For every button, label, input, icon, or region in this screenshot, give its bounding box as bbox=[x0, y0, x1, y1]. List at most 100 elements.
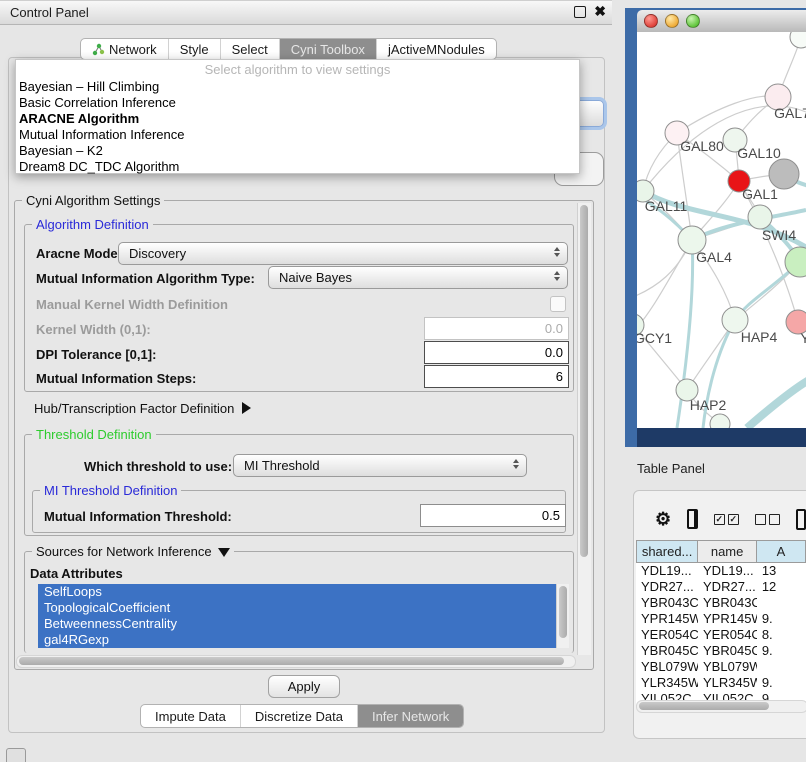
algorithm-option[interactable]: Basic Correlation Inference bbox=[16, 95, 579, 111]
tab-label: Cyni Toolbox bbox=[291, 42, 365, 57]
table-row[interactable]: YBR043CYBR043C bbox=[636, 595, 806, 611]
which-threshold-value: MI Threshold bbox=[244, 458, 320, 473]
table-cell: YBL079W bbox=[698, 659, 757, 675]
column-header[interactable]: name bbox=[698, 540, 757, 563]
checked-boxes-icon[interactable]: ✓✓ bbox=[714, 514, 739, 525]
table-cell: 9. bbox=[757, 675, 806, 691]
algorithm-definition-title: Algorithm Definition bbox=[32, 217, 153, 232]
manual-kernel-checkbox[interactable] bbox=[550, 296, 566, 312]
hub-definition-toggle[interactable]: Hub/Transcription Factor Definition bbox=[34, 401, 251, 416]
attribute-item[interactable]: BetweennessCentrality bbox=[38, 616, 556, 632]
network-node[interactable] bbox=[748, 205, 772, 229]
table-row[interactable]: YER054CYER054C8. bbox=[636, 627, 806, 643]
data-attributes-list: SelfLoopsTopologicalCoefficientBetweenne… bbox=[38, 584, 556, 648]
network-node[interactable] bbox=[790, 32, 806, 48]
aracne-mode-value: Discovery bbox=[129, 246, 186, 261]
settings-horizontal-scrollbar[interactable] bbox=[16, 655, 576, 668]
mi-threshold-field[interactable] bbox=[420, 504, 566, 527]
kernel-width-field[interactable] bbox=[424, 317, 569, 340]
minimized-panel-icon[interactable] bbox=[6, 748, 26, 762]
scrollbar-thumb[interactable] bbox=[580, 205, 588, 557]
split-columns-icon[interactable] bbox=[687, 509, 698, 529]
algorithm-option[interactable]: Bayesian – K2 bbox=[16, 143, 579, 159]
tab-label: Network bbox=[109, 42, 157, 57]
tab-select[interactable]: Select bbox=[220, 39, 279, 59]
zoom-traffic-light[interactable] bbox=[686, 14, 700, 28]
attribute-item[interactable]: SelfLoops bbox=[38, 584, 556, 600]
algorithm-option[interactable]: Bayesian – Hill Climbing bbox=[16, 79, 579, 95]
network-node[interactable] bbox=[769, 159, 799, 189]
mi-steps-label: Mutual Information Steps: bbox=[36, 371, 196, 386]
node-label: SWI4 bbox=[762, 227, 796, 243]
page-icon[interactable] bbox=[796, 509, 806, 530]
node-label: Y bbox=[800, 330, 806, 346]
column-header[interactable]: shared... bbox=[636, 540, 698, 563]
dpi-tolerance-field[interactable] bbox=[424, 341, 569, 364]
threshold-definition-title: Threshold Definition bbox=[32, 427, 156, 442]
collapsed-arrow-icon[interactable] bbox=[242, 402, 251, 414]
tab-label: jActiveMNodules bbox=[388, 42, 485, 57]
scrollbar-thumb[interactable] bbox=[639, 702, 769, 710]
table-cell: YBL079W bbox=[636, 659, 698, 675]
tab-jactivemnodules[interactable]: jActiveMNodules bbox=[376, 39, 496, 59]
attribute-item[interactable]: TopologicalCoefficient bbox=[38, 600, 556, 616]
table-toolbar: ⚙ ✓✓ bbox=[633, 505, 806, 533]
close-icon[interactable]: ✖ bbox=[594, 3, 606, 20]
column-header[interactable]: A bbox=[757, 540, 806, 563]
tab-network[interactable]: Network bbox=[81, 39, 168, 59]
network-canvas[interactable]: GAL7GAL80GAL10GAL1GAL11SWI4GAL4GCY1HAP4Y… bbox=[637, 32, 806, 428]
table-cell: YLR345W bbox=[698, 675, 757, 691]
scrollbar-thumb[interactable] bbox=[19, 657, 564, 665]
table-cell bbox=[757, 659, 806, 675]
network-icon bbox=[92, 43, 105, 56]
table-cell: 9. bbox=[757, 643, 806, 659]
node-label: GAL10 bbox=[737, 145, 781, 161]
tab-infer-network[interactable]: Infer Network bbox=[357, 705, 463, 727]
algorithm-option[interactable]: Mutual Information Inference bbox=[16, 127, 579, 143]
gear-icon[interactable]: ⚙ bbox=[655, 509, 671, 530]
table-cell: 12 bbox=[757, 579, 806, 595]
network-edge bbox=[637, 240, 692, 332]
expanded-arrow-icon[interactable] bbox=[218, 548, 230, 557]
table-row[interactable]: YDR27...YDR27...12 bbox=[636, 579, 806, 595]
screen: Control Panel ✖ Network StyleSelect Cyni T… bbox=[0, 0, 806, 762]
mi-type-value: Naive Bayes bbox=[279, 270, 352, 285]
node-label: GAL80 bbox=[680, 138, 724, 154]
table-cell: YBR045C bbox=[636, 643, 698, 659]
tab-impute-data[interactable]: Impute Data bbox=[141, 705, 240, 727]
tab-style[interactable]: Style bbox=[168, 39, 220, 59]
table-horizontal-scrollbar[interactable] bbox=[636, 700, 806, 713]
network-edge bbox=[677, 96, 778, 133]
kernel-width-label: Kernel Width (0,1): bbox=[36, 322, 151, 337]
table-cell: YDL19... bbox=[636, 563, 698, 579]
table-cell: YER054C bbox=[698, 627, 757, 643]
network-node[interactable] bbox=[710, 414, 730, 428]
table-cell: YPR145W bbox=[636, 611, 698, 627]
scrollbar-thumb[interactable] bbox=[559, 586, 567, 638]
tab-discretize-data[interactable]: Discretize Data bbox=[240, 705, 357, 727]
network-window-titlebar[interactable] bbox=[637, 10, 806, 33]
mi-steps-field[interactable] bbox=[424, 365, 569, 388]
algorithm-option[interactable]: Dream8 DC_TDC Algorithm bbox=[16, 159, 579, 175]
attribute-list-scrollbar[interactable] bbox=[556, 584, 569, 648]
float-window-icon[interactable] bbox=[574, 6, 586, 18]
aracne-mode-select[interactable]: Discovery bbox=[118, 242, 568, 265]
spinner-arrows-icon bbox=[513, 459, 519, 469]
apply-button[interactable]: Apply bbox=[268, 675, 340, 698]
unchecked-boxes-icon[interactable] bbox=[755, 514, 780, 525]
minimize-traffic-light[interactable] bbox=[665, 14, 679, 28]
table-row[interactable]: YBR045CYBR045C9. bbox=[636, 643, 806, 659]
algorithm-option[interactable]: ARACNE Algorithm bbox=[16, 111, 579, 127]
which-threshold-select[interactable]: MI Threshold bbox=[233, 454, 527, 477]
table-row[interactable]: YLR345WYLR345W9. bbox=[636, 675, 806, 691]
control-panel-title: Control Panel bbox=[10, 5, 89, 20]
tab-cyni-toolbox[interactable]: Cyni Toolbox bbox=[279, 39, 376, 59]
attribute-item[interactable]: gal4RGexp bbox=[38, 632, 556, 648]
close-traffic-light[interactable] bbox=[644, 14, 658, 28]
cyni-bottom-tabbar: Impute DataDiscretize DataInfer Network bbox=[140, 704, 464, 728]
mi-type-select[interactable]: Naive Bayes bbox=[268, 266, 568, 289]
settings-vertical-scrollbar[interactable] bbox=[577, 203, 591, 655]
table-row[interactable]: YBL079WYBL079W bbox=[636, 659, 806, 675]
table-row[interactable]: YDL19...YDL19...13 bbox=[636, 563, 806, 579]
table-row[interactable]: YPR145WYPR145W9. bbox=[636, 611, 806, 627]
